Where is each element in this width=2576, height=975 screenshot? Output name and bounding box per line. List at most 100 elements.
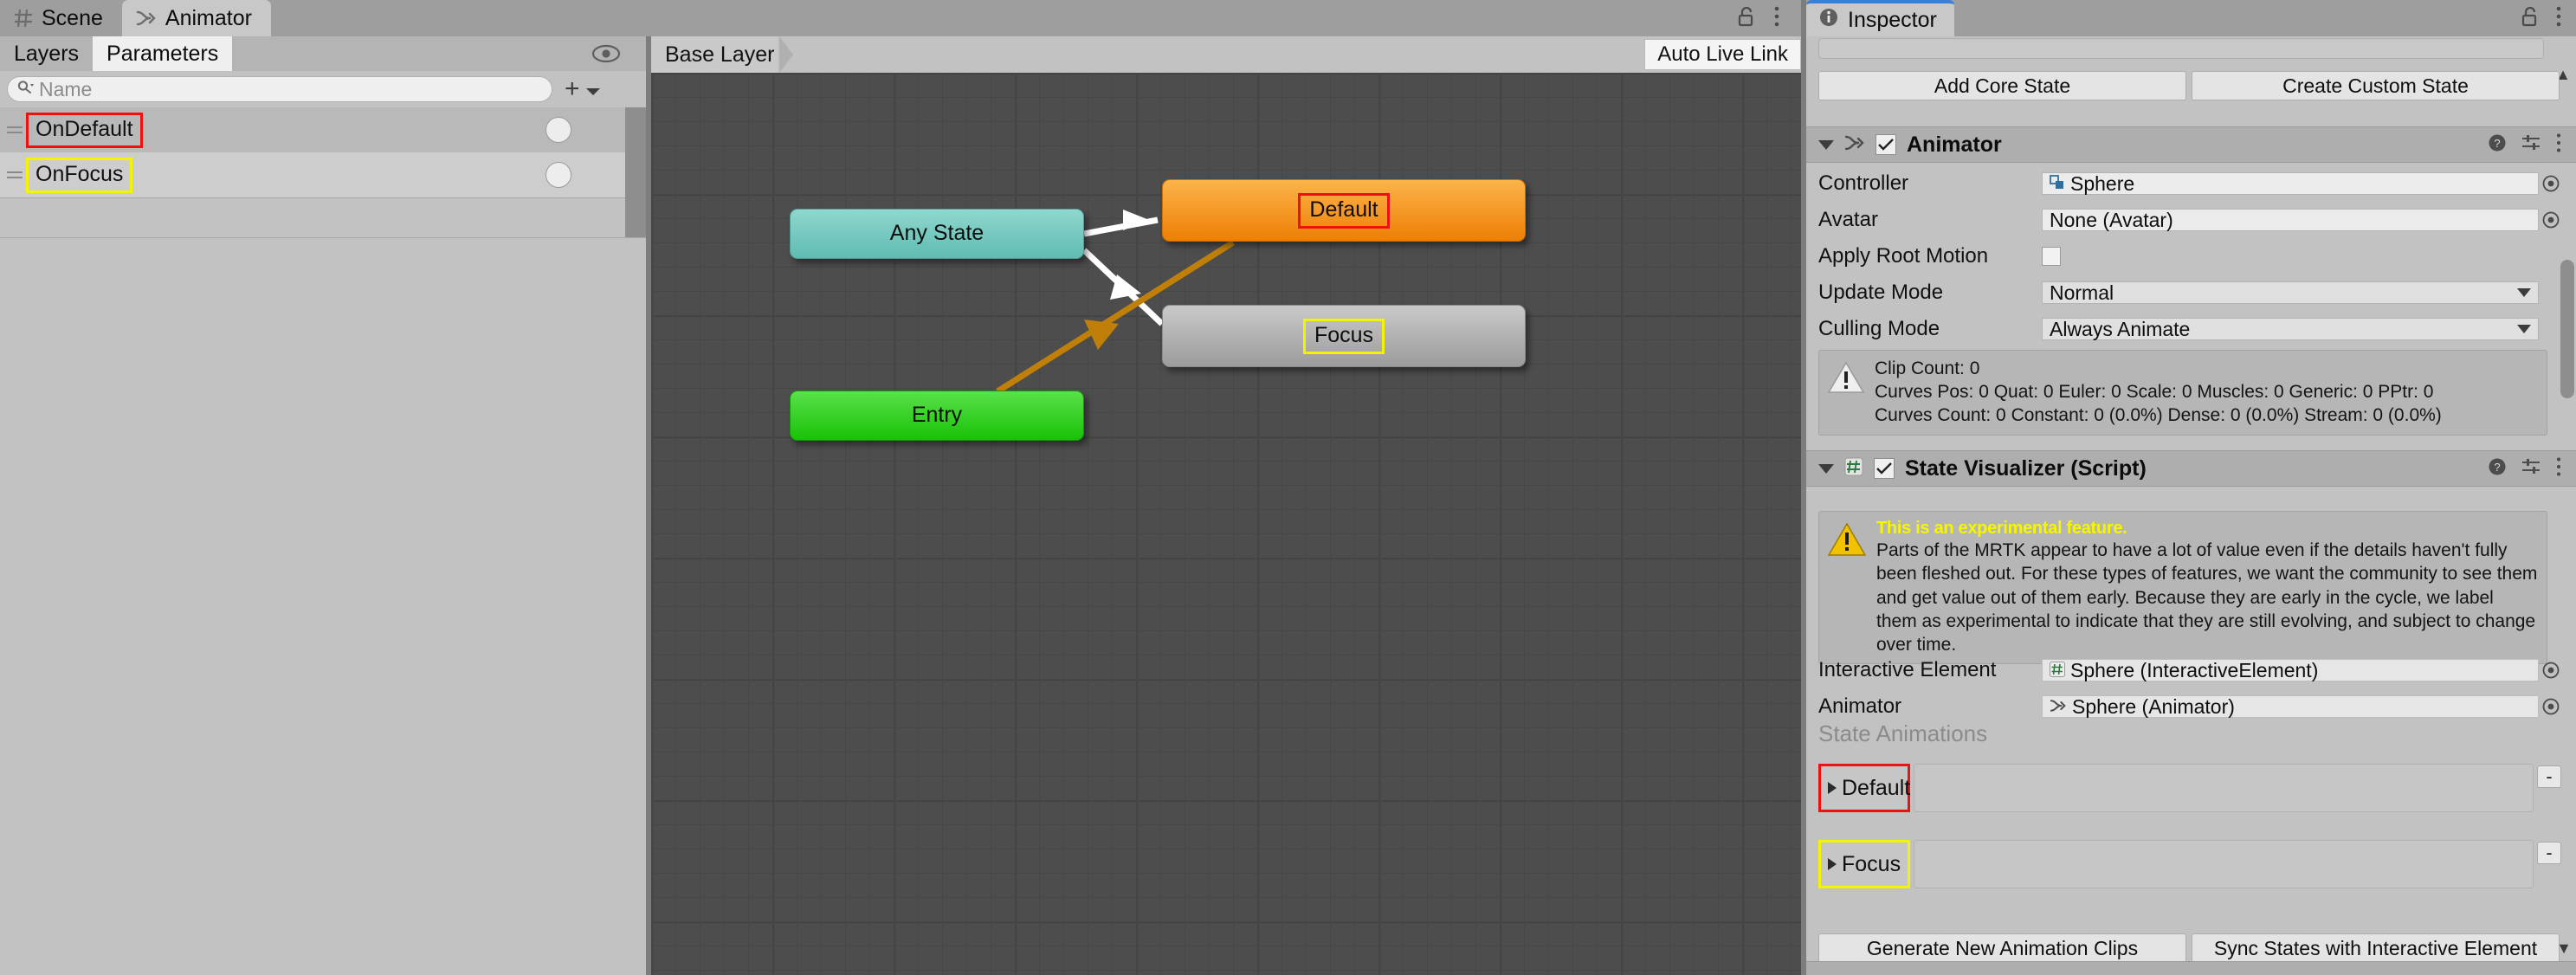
create-custom-state-button[interactable]: Create Custom State <box>2192 71 2560 100</box>
field-update-mode-label: Update Mode <box>1818 281 1944 304</box>
inspector-scrollbar[interactable] <box>2560 260 2574 398</box>
field-state-visualizer-animator-value: Sphere (Animator) <box>2072 694 2235 718</box>
graph-node-default[interactable]: Default <box>1162 179 1526 242</box>
state-animation-slot-focus: Focus - <box>1818 840 2561 888</box>
tab-inspector[interactable]: Inspector <box>1806 0 1954 36</box>
field-avatar-value: None (Avatar) <box>2050 208 2173 231</box>
chevron-right-icon[interactable] <box>1828 782 1837 794</box>
state-animation-focus-name-box[interactable]: Focus <box>1818 840 1910 888</box>
apply-root-motion-checkbox[interactable] <box>2042 247 2061 266</box>
animator-clip-info-lines: Clip Count: 0 Curves Pos: 0 Quat: 0 Eule… <box>1875 358 2442 428</box>
script-icon <box>2050 659 2065 682</box>
object-picker-icon[interactable] <box>2541 210 2560 229</box>
search-input[interactable] <box>39 77 543 101</box>
parameter-toggle-onfocus[interactable] <box>546 162 571 188</box>
field-update-mode-dropdown[interactable]: Normal <box>2042 281 2539 304</box>
lock-open-icon[interactable] <box>1737 6 1756 31</box>
auto-live-link-button[interactable]: Auto Live Link <box>1644 39 1801 70</box>
add-parameter-button[interactable]: + <box>565 76 601 102</box>
state-visualizer-enabled-checkbox[interactable] <box>1874 458 1895 479</box>
tab-scene[interactable]: Scene <box>0 0 122 36</box>
field-interactive-element-objectfield[interactable]: Sphere (InteractiveElement) <box>2042 659 2560 682</box>
kebab-menu-icon[interactable] <box>2555 132 2562 158</box>
tab-animator-label: Animator <box>165 5 252 30</box>
kebab-menu-icon[interactable] <box>2555 5 2562 32</box>
preset-icon[interactable] <box>2521 133 2541 157</box>
object-picker-icon[interactable] <box>2541 697 2560 716</box>
state-visualizer-component-header[interactable]: State Visualizer (Script) ? <box>1806 450 2576 487</box>
subtab-layers-label: Layers <box>14 41 80 66</box>
kebab-menu-icon[interactable] <box>2555 456 2562 481</box>
state-animation-default-body[interactable] <box>1914 764 2534 812</box>
foldout-triangle-icon[interactable] <box>1818 139 1834 150</box>
field-culling-mode-value: Always Animate <box>2050 317 2191 340</box>
help-icon[interactable]: ? <box>2488 133 2507 157</box>
foldout-triangle-icon[interactable] <box>1818 463 1834 474</box>
animator-component-header[interactable]: Animator ? <box>1806 126 2576 163</box>
breadcrumb-base-layer[interactable]: Base Layer <box>651 36 778 73</box>
preset-icon[interactable] <box>2521 457 2541 481</box>
help-icon[interactable]: ? <box>2488 457 2507 481</box>
field-state-visualizer-animator-label: Animator <box>1818 694 1902 718</box>
field-state-visualizer-animator-objectfield[interactable]: Sphere (Animator) <box>2042 694 2560 718</box>
graph-node-entry[interactable]: Entry <box>790 391 1084 441</box>
field-controller-objectfield[interactable]: Sphere <box>2042 172 2560 195</box>
inspector-object-name-field[interactable] <box>1818 38 2544 59</box>
drag-handle-icon[interactable] <box>3 126 26 133</box>
graph-node-focus-label: Focus <box>1302 318 1385 354</box>
chevron-down-icon <box>2517 325 2531 333</box>
state-animation-focus-remove-button[interactable]: - <box>2537 842 2561 864</box>
state-animation-focus-body[interactable] <box>1914 840 2534 888</box>
parameter-search-row: + <box>0 71 648 107</box>
generate-new-animation-clips-button[interactable]: Generate New Animation Clips <box>1818 933 2186 963</box>
search-input-wrapper[interactable] <box>7 76 552 102</box>
graph-node-focus[interactable]: Focus <box>1162 305 1526 367</box>
lock-open-icon[interactable] <box>2521 6 2540 31</box>
parameter-row-ondefault[interactable]: OnDefault <box>0 107 648 152</box>
drag-handle-icon[interactable] <box>3 171 26 178</box>
subtab-layers[interactable]: Layers <box>0 36 93 71</box>
add-core-state-label: Add Core State <box>1934 74 2071 97</box>
field-culling-mode-dropdown[interactable]: Always Animate <box>2042 318 2539 340</box>
state-visualizer-component-tools: ? <box>2488 456 2562 481</box>
animator-enabled-checkbox[interactable] <box>1876 134 1896 155</box>
scroll-down-arrow-icon[interactable]: ▼ <box>2556 939 2572 958</box>
kebab-menu-icon[interactable] <box>1773 5 1780 32</box>
experimental-warning-headline: This is an experimental feature. <box>1876 519 2127 538</box>
graph-node-any-state-label: Any State <box>889 220 985 245</box>
experimental-feature-warning-box: This is an experimental feature. Parts o… <box>1818 511 2547 665</box>
parameter-name-ondefault[interactable]: OnDefault <box>26 112 143 148</box>
breadcrumb: Base Layer Auto Live Link <box>651 36 1806 73</box>
object-picker-icon[interactable] <box>2541 661 2560 680</box>
field-update-mode: Update Mode Normal <box>1806 279 2576 307</box>
state-visualizer-footer-buttons: Generate New Animation Clips Sync States… <box>1818 933 2560 963</box>
field-interactive-element: Interactive Element Sphere (InteractiveE… <box>1806 656 2576 684</box>
warning-icon <box>1827 361 1865 428</box>
state-animation-default-label: Default <box>1842 775 1911 800</box>
field-update-mode-value: Normal <box>2050 281 2114 304</box>
sync-states-with-interactive-element-button[interactable]: Sync States with Interactive Element <box>2192 933 2560 963</box>
tab-scene-label: Scene <box>42 5 103 30</box>
state-animation-default-remove-button[interactable]: - <box>2537 765 2561 788</box>
tab-animator[interactable]: Animator <box>121 0 271 36</box>
object-picker-icon[interactable] <box>2541 174 2560 193</box>
tab-inspector-label: Inspector <box>1848 7 1937 32</box>
parameter-name-onfocus[interactable]: OnFocus <box>26 157 133 193</box>
parameter-toggle-ondefault[interactable] <box>546 117 571 143</box>
field-avatar-label: Avatar <box>1818 208 1878 231</box>
grid-icon <box>14 9 33 28</box>
breadcrumb-chevron-icon <box>779 36 794 73</box>
experimental-warning-body: Parts of the MRTK appear to have a lot o… <box>1876 540 2538 655</box>
subtab-parameters[interactable]: Parameters <box>93 36 233 71</box>
parameter-list-scrollbar[interactable] <box>625 107 648 237</box>
chevron-right-icon[interactable] <box>1828 858 1837 870</box>
add-core-state-button[interactable]: Add Core State <box>1818 71 2186 100</box>
state-animation-default-name-box[interactable]: Default <box>1818 764 1910 812</box>
graph-node-any-state[interactable]: Any State <box>790 209 1084 259</box>
eye-icon[interactable] <box>585 40 627 68</box>
field-avatar-objectfield[interactable]: None (Avatar) <box>2042 208 2560 231</box>
field-controller-label: Controller <box>1818 171 1909 195</box>
parameter-row-onfocus[interactable]: OnFocus <box>0 152 648 197</box>
state-machine-canvas[interactable]: Any State Entry Default Focus <box>651 73 1806 975</box>
field-culling-mode: Culling Mode Always Animate <box>1806 315 2576 343</box>
